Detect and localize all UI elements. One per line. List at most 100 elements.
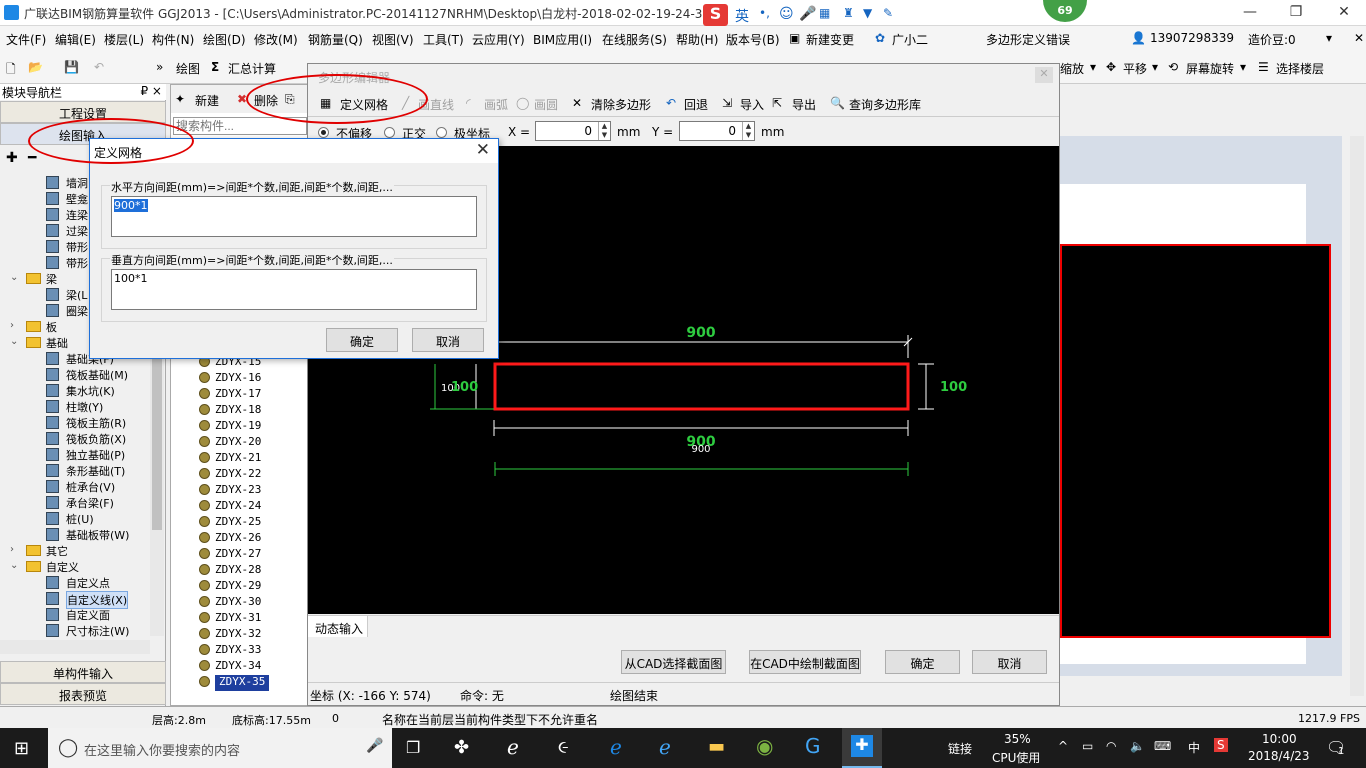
define-grid-close-icon[interactable]: ✕ [476, 140, 490, 160]
show-hidden-icon[interactable]: ^ [1058, 739, 1068, 753]
tree-item[interactable]: 条形基础(T) [0, 462, 150, 478]
clock-date[interactable]: 2018/4/23 [1248, 749, 1310, 763]
dynamic-input-tab[interactable]: 动态输入 [308, 616, 368, 637]
component-list-item[interactable]: ZDYX-26 [199, 531, 261, 547]
draw-arc-button[interactable]: 画弧 [484, 96, 508, 113]
emoji-icon[interactable]: ☺ [779, 6, 794, 22]
green-app-icon[interactable]: ◉ [756, 734, 773, 758]
edge-icon[interactable]: ℯ [610, 735, 622, 759]
ime-lang-toggle[interactable]: 英 [735, 6, 749, 26]
draw-line-button[interactable]: 画直线 [418, 96, 454, 113]
new-component-icon[interactable]: ✦ [175, 92, 185, 106]
menu-rebar-qty[interactable]: 钢筋量(Q) [308, 31, 363, 48]
menu-cloud[interactable]: 云应用(Y) [472, 31, 525, 48]
delete-component-button[interactable]: 删除 [254, 92, 278, 109]
panel-pin-close-icon[interactable]: ₽ × [140, 84, 162, 98]
component-list-item[interactable]: ZDYX-16 [199, 371, 261, 387]
menu-component[interactable]: 构件(N) [152, 31, 194, 48]
tree-item[interactable]: 筏板负筋(X) [0, 430, 150, 446]
ie-blue-icon[interactable]: ℯ [659, 735, 671, 759]
menu-assistant[interactable]: 广小二 [892, 31, 928, 48]
clear-icon[interactable]: ✕ [572, 96, 582, 110]
keyboard-icon[interactable]: ▦ [819, 6, 830, 20]
user-phone[interactable]: 13907298339 [1150, 31, 1234, 45]
tree-item[interactable]: 独立基础(P) [0, 446, 150, 462]
voice-icon[interactable]: 🎤 [799, 6, 816, 22]
tree-item[interactable]: 自定义面 [0, 606, 150, 622]
sogou-tray-icon[interactable]: S [1214, 738, 1228, 752]
mic-icon[interactable]: 🎤 [366, 738, 383, 754]
grid-ok-button[interactable]: 确定 [326, 328, 398, 352]
clear-polygon-button[interactable]: 清除多边形 [591, 96, 651, 113]
tree-item[interactable]: ⌄ 自定义 [0, 558, 150, 574]
pan-icon[interactable]: ✥ [1106, 60, 1116, 74]
component-list-item[interactable]: ZDYX-32 [199, 627, 261, 643]
component-list-item[interactable]: ZDYX-24 [199, 499, 261, 515]
taskbar-search-placeholder[interactable]: 在这里输入你要搜索的内容 [84, 740, 240, 759]
file-explorer-icon[interactable]: ▬ [708, 736, 725, 757]
ortho-radio[interactable] [384, 125, 395, 139]
shirt-icon[interactable]: ▼ [863, 6, 872, 20]
draw-circle-button[interactable]: 画圆 [534, 96, 558, 113]
delete-component-icon[interactable]: ✖ [237, 92, 247, 106]
collapse-chevron-icon[interactable]: ⌄ [10, 560, 18, 571]
polygon-ok-button[interactable]: 确定 [885, 650, 960, 674]
collapse-all-icon[interactable]: ━ [28, 150, 36, 166]
component-list-item[interactable]: ZDYX-20 [199, 435, 261, 451]
cortana-icon[interactable]: ◯ [58, 737, 78, 758]
polygon-editor-close-icon[interactable]: ✕ [1035, 67, 1053, 83]
collapse-chevron-icon[interactable]: ⌄ [10, 272, 18, 283]
tree-item[interactable]: 尺寸标注(W) [0, 622, 150, 638]
clock-time[interactable]: 10:00 [1262, 732, 1297, 746]
horizontal-spacing-value[interactable]: 900*1 [114, 199, 148, 212]
component-list-item[interactable]: ZDYX-29 [199, 579, 261, 595]
task-view-icon[interactable]: ❐ [406, 738, 420, 757]
score-badge[interactable]: 69 [1043, 0, 1087, 22]
menu-help[interactable]: 帮助(H) [676, 31, 718, 48]
viewport-scrollbar[interactable] [1350, 136, 1364, 696]
undo-button[interactable]: 回退 [684, 96, 708, 113]
import-icon[interactable]: ⇲ [722, 96, 732, 110]
spiral-app-icon[interactable]: ૯ [558, 737, 569, 758]
polygon-cancel-button[interactable]: 取消 [972, 650, 1047, 674]
ime-zh-indicator[interactable]: 中 [1188, 739, 1200, 756]
report-preview-button[interactable]: 报表预览 [0, 683, 166, 705]
expand-chevron-icon[interactable]: › [10, 544, 14, 555]
menu-edit[interactable]: 编辑(E) [55, 31, 96, 48]
tree-scroll-thumb[interactable] [152, 350, 162, 530]
select-floor-icon[interactable]: ☰ [1258, 60, 1269, 74]
copy-component-icon[interactable]: ⎘ [285, 92, 295, 107]
x-spinbox[interactable]: 0 ▲ ▼ [535, 121, 611, 141]
tree-item[interactable]: › 其它 [0, 542, 150, 558]
circle-icon[interactable]: ◯ [516, 96, 529, 110]
horizontal-spacing-input[interactable]: 900*1 [111, 196, 477, 237]
link-label[interactable]: 链接 [948, 740, 972, 757]
undo-icon[interactable]: ↶ [94, 60, 104, 74]
expand-all-icon[interactable]: ✚ [6, 150, 18, 166]
select-floor-button[interactable]: 选择楼层 [1276, 60, 1324, 77]
undo-arrow-icon[interactable]: ↶ [666, 96, 676, 110]
fan-app-icon[interactable]: ✤ [454, 737, 469, 758]
component-list-item[interactable]: ZDYX-22 [199, 467, 261, 483]
new-file-icon[interactable]: 🗋 [6, 60, 16, 81]
component-list-item[interactable]: ZDYX-21 [199, 451, 261, 467]
component-list-item[interactable]: ZDYX-19 [199, 419, 261, 435]
tree-item[interactable]: 桩(U) [0, 510, 150, 526]
component-list-item[interactable]: ZDYX-23 [199, 483, 261, 499]
windows-start-icon[interactable]: ⊞ [14, 738, 29, 759]
rotate-icon[interactable]: ⟲ [1168, 60, 1178, 74]
component-list-item[interactable]: ZDYX-27 [199, 547, 261, 563]
punct-icon[interactable]: •, [759, 6, 770, 20]
draw-button[interactable]: 绘图 [176, 60, 200, 77]
tree-item[interactable]: 柱墩(Y) [0, 398, 150, 414]
ggj-app-icon[interactable]: ✚ [851, 735, 873, 757]
menu-file[interactable]: 文件(F) [6, 31, 46, 48]
wrench-icon[interactable]: ✎ [883, 6, 893, 20]
sum-calc-button[interactable]: 汇总计算 [228, 60, 276, 77]
restore-icon[interactable]: ❐ [1286, 4, 1306, 20]
y-value[interactable]: 0 [728, 124, 736, 138]
menu-tools[interactable]: 工具(T) [423, 31, 464, 48]
define-grid-button[interactable]: 定义网格 [340, 96, 388, 113]
import-button[interactable]: 导入 [740, 96, 764, 113]
sum-icon[interactable]: Σ [211, 60, 219, 74]
